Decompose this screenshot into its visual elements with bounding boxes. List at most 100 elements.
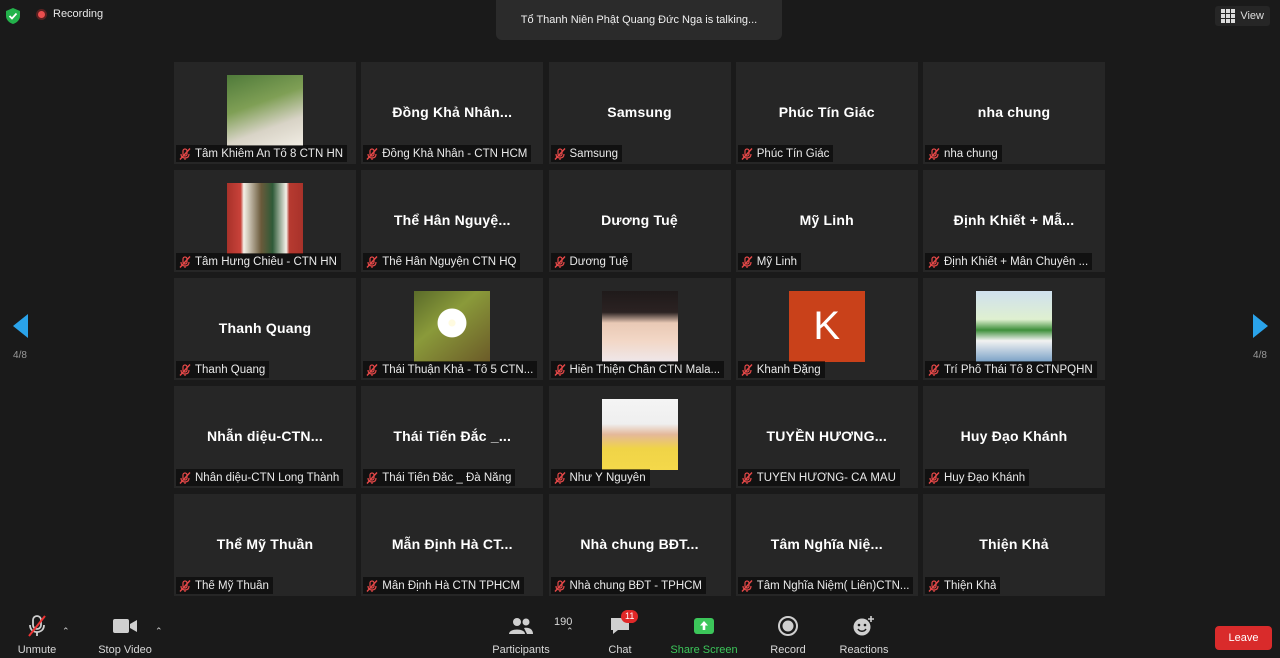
audio-options-caret-icon[interactable]: ⌃ [62, 626, 70, 637]
view-button[interactable]: View [1215, 6, 1270, 26]
participant-name-label: Thanh Quang [176, 361, 270, 378]
chat-unread-badge: 11 [621, 610, 639, 623]
participant-name-label: Tâm Khiêm An Tổ 8 CTN HN [176, 145, 348, 162]
participant-name-label: Dương Tuệ [550, 253, 633, 270]
record-button[interactable]: Record [768, 608, 808, 658]
participant-name-label: Mẫn Định Hà CTN TPHCM [363, 577, 525, 594]
participant-name: Thái Tiến Đắc _ Đà Nẵng [382, 471, 512, 484]
active-speaker-text: Tổ Thanh Niên Phật Quang Đức Nga is talk… [520, 14, 758, 26]
participant-name: Khanh Đặng [756, 363, 821, 376]
video-options-caret-icon[interactable]: ⌃ [155, 626, 163, 637]
chat-button[interactable]: 11 Chat [604, 608, 639, 658]
participant-display-name: TUYỀN HƯƠNG... [766, 428, 887, 444]
participant-name-label: Thể Mỹ Thuần [176, 577, 273, 594]
participant-avatar [227, 183, 303, 254]
participant-tile[interactable]: Nhà chung BĐT... Nhà chung BĐT - TPHCM [548, 494, 731, 596]
participant-tile[interactable]: Phúc Tín Giác Phúc Tín Giác [735, 62, 918, 164]
previous-page-button[interactable]: 4/8 [8, 314, 32, 366]
participant-tile[interactable]: Đồng Khả Nhân... Đồng Khả Nhân - CTN HCM [361, 62, 544, 164]
participant-tile[interactable]: Tâm Hưng Chiêu - CTN HN [174, 170, 356, 272]
participant-name: Dương Tuệ [569, 255, 629, 268]
microphone-muted-icon [553, 579, 566, 592]
reactions-button[interactable]: Reactions [838, 608, 890, 658]
participant-avatar [414, 291, 491, 362]
leave-button[interactable]: Leave [1215, 626, 1272, 650]
participant-name: Tâm Hưng Chiêu - CTN HN [195, 255, 337, 268]
participant-tile[interactable]: Thanh Quang Thanh Quang [174, 278, 356, 380]
participant-tile[interactable]: Trí Phổ Thái Tổ 8 CTNPQHN [923, 278, 1105, 380]
unmute-button[interactable]: Unmute [14, 608, 60, 658]
participant-display-name: Thiện Khả [979, 536, 1049, 552]
participant-name-label: Như Ý Nguyễn [550, 469, 650, 486]
microphone-muted-icon [741, 363, 753, 376]
participant-avatar [976, 291, 1052, 362]
share-screen-icon [693, 614, 715, 638]
participant-tile[interactable]: Như Ý Nguyễn [548, 386, 731, 488]
chevron-right-icon [1252, 314, 1268, 338]
participant-tile[interactable]: K Khanh Đặng [735, 278, 918, 380]
participant-name-label: Mỹ Linh [737, 253, 802, 270]
participant-tile[interactable]: TUYỀN HƯƠNG... TUYỀN HƯƠNG- CÀ MAU [735, 386, 918, 488]
chat-label: Chat [608, 644, 632, 656]
participant-avatar [227, 75, 303, 146]
participant-tile[interactable]: Thái Tiến Đắc _... Thái Tiến Đắc _ Đà Nẵn… [361, 386, 544, 488]
chat-bubble-icon: 11 [609, 610, 639, 638]
participant-display-name: Phúc Tín Giác [778, 104, 875, 120]
share-screen-button[interactable]: Share Screen [670, 608, 738, 658]
participant-tile[interactable]: Thái Thuận Khả - Tổ 5 CTN... [361, 278, 544, 380]
participant-display-name: Nhà chung BĐT... [580, 536, 699, 552]
participant-name-label: Hiền Thiện Chân CTN Mala... [550, 361, 725, 378]
recording-dot-icon [36, 8, 47, 20]
participant-name: Mẫn Định Hà CTN TPHCM [382, 579, 521, 592]
participant-tile[interactable]: Mỹ Linh Mỹ Linh [735, 170, 918, 272]
next-page-button[interactable]: 4/8 [1248, 314, 1272, 366]
microphone-muted-icon [553, 147, 566, 160]
microphone-muted-icon [366, 255, 378, 268]
participant-tile[interactable]: Dương Tuệ Dương Tuệ [548, 170, 731, 272]
avatar-letter: K [813, 304, 841, 348]
microphone-muted-icon [928, 363, 940, 376]
microphone-muted-icon [366, 471, 378, 484]
participant-display-name: Mẫn Định Hà CT... [391, 536, 513, 552]
participant-tile[interactable]: Định Khiết + Mẫ... Định Khiết + Mẫn Chuyê… [923, 170, 1105, 272]
participant-name: Tâm Nghĩa Niệm( Liên)CTN... [756, 579, 910, 592]
microphone-muted-icon [553, 255, 566, 268]
microphone-muted-icon [553, 471, 566, 484]
participant-name: Nhà chung BĐT - TPHCM [569, 579, 703, 592]
participant-tile[interactable]: Hiền Thiện Chân CTN Mala... [548, 278, 731, 380]
participant-name-label: Huy Đạo Khánh [925, 469, 1030, 486]
participant-tile[interactable]: Tâm Khiêm An Tổ 8 CTN HN [174, 62, 356, 164]
participant-display-name: Mỹ Linh [799, 212, 854, 228]
page-indicator-right: 4/8 [1253, 350, 1267, 361]
participant-tile[interactable]: Thể Mỹ Thuần Thể Mỹ Thuần [174, 494, 356, 596]
participant-tile[interactable]: Mẫn Định Hà CT... Mẫn Định Hà CTN TPHCM [361, 494, 544, 596]
participant-tile[interactable]: Huy Đạo Khánh Huy Đạo Khánh [923, 386, 1105, 488]
grid-view-icon [1221, 9, 1236, 23]
security-shield-icon[interactable] [6, 8, 20, 24]
participant-tile[interactable]: Tâm Nghĩa Niệ... Tâm Nghĩa Niệm( Liên)CTN… [735, 494, 918, 596]
participant-name-label: Trí Phổ Thái Tổ 8 CTNPQHN [925, 361, 1097, 378]
microphone-muted-icon [741, 147, 753, 160]
participants-options-caret-icon[interactable]: ⌃ [566, 626, 574, 637]
participant-name: Samsung [569, 147, 619, 160]
participants-button[interactable]: 190 Participants [490, 608, 572, 658]
participant-tile[interactable]: Nhẫn diệu-CTN... Nhẫn diệu-CTN Long Thành [174, 386, 356, 488]
participant-name: Huy Đạo Khánh [944, 471, 1026, 484]
participant-tile[interactable]: Thiện Khả Thiện Khả [923, 494, 1105, 596]
participant-display-name: Thanh Quang [218, 320, 312, 336]
microphone-muted-icon [928, 255, 940, 268]
recording-indicator[interactable]: Recording [36, 8, 103, 20]
participant-tile[interactable]: Thể Hân Nguyệ... Thể Hân Nguyện CTN HQ [361, 170, 544, 272]
participant-name: TUYỀN HƯƠNG- CÀ MAU [756, 471, 896, 484]
microphone-muted-icon [26, 614, 48, 638]
participant-name-label: Thái Thuận Khả - Tổ 5 CTN... [363, 361, 538, 378]
participant-tile[interactable]: Samsung Samsung [548, 62, 731, 164]
participant-name-label: Samsung [550, 145, 623, 162]
participant-name-label: Thái Tiến Đắc _ Đà Nẵng [363, 469, 516, 486]
participant-name: Thể Mỹ Thuần [195, 579, 269, 592]
share-screen-label: Share Screen [670, 644, 738, 656]
participant-tile[interactable]: nha chung nha chung [923, 62, 1105, 164]
participant-display-name: Huy Đạo Khánh [960, 428, 1068, 444]
stop-video-button[interactable]: Stop Video [94, 608, 156, 658]
page-indicator-left: 4/8 [13, 350, 27, 361]
